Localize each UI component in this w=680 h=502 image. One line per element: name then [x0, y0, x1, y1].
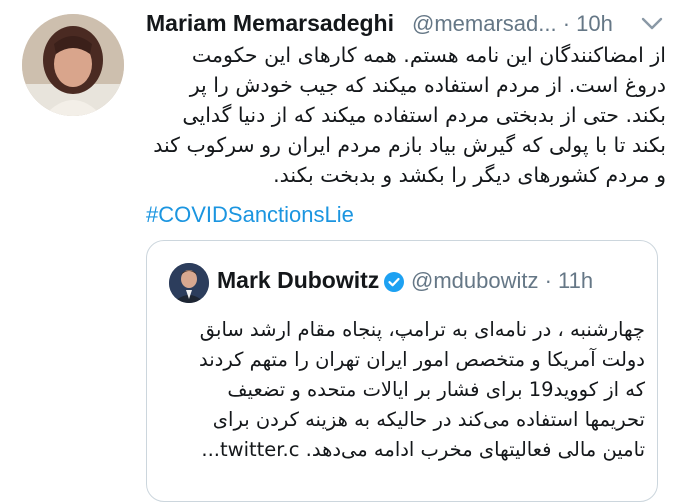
hashtag-link[interactable]: #COVIDSanctionsLie: [146, 202, 354, 228]
tweet-text-line: بکند. حتی از بدبختی مردم استفاده میکند ک…: [182, 103, 666, 127]
tweet-header: Mariam Memarsadeghi @memarsad... · 10h: [146, 8, 666, 40]
tweet-text: از امضاکنندگان این نامه هستم. همه کارهای…: [138, 40, 666, 190]
tweet-text-line: بکند تا با پولی که گیرش بیاد بازم مردم ا…: [153, 133, 666, 157]
tweet-text-line: از امضاکنندگان این نامه هستم. همه کارهای…: [191, 43, 666, 67]
quoted-author-avatar[interactable]: [169, 263, 209, 303]
tweet-text-line: دروغ است. از مردم استفاده میکند که جیب خ…: [189, 73, 666, 97]
quoted-tweet-text: چهارشنبه ، در نامه‌ای به ترامپ، پنجاه مق…: [161, 315, 645, 465]
verified-badge-icon: [384, 272, 404, 292]
chevron-down-icon[interactable]: [640, 16, 664, 32]
quoted-text-line: دولت آمریکا و متخصص امور ایران تهران را …: [199, 348, 645, 371]
quoted-tweet-card[interactable]: Mark Dubowitz @mdubowitz · 11h چهارشنبه …: [146, 240, 658, 502]
quoted-author-name[interactable]: Mark Dubowitz: [217, 267, 379, 294]
author-name[interactable]: Mariam Memarsadeghi: [146, 10, 394, 37]
author-avatar[interactable]: [22, 14, 124, 116]
quoted-text-line: تامین مالی فعالیتهای مخرب ادامه می‌دهد. …: [201, 438, 645, 461]
author-handle-time[interactable]: @memarsad... · 10h: [412, 11, 613, 37]
quoted-text-line: چهارشنبه ، در نامه‌ای به ترامپ، پنجاه مق…: [199, 318, 645, 341]
profile-photo: [22, 14, 124, 116]
quoted-text-line: که از کووید19 برای فشار بر ایالات متحده …: [227, 378, 645, 401]
quoted-author-handle-time[interactable]: @mdubowitz · 11h: [411, 268, 593, 294]
quoted-text-line: تحریمها استفاده می‌کند در حالیکه به هزین…: [212, 408, 645, 431]
quoted-profile-photo: [169, 263, 209, 303]
tweet-text-line: و مردم کشورهای دیگر را بکشد و بدبخت بکند…: [273, 163, 666, 187]
